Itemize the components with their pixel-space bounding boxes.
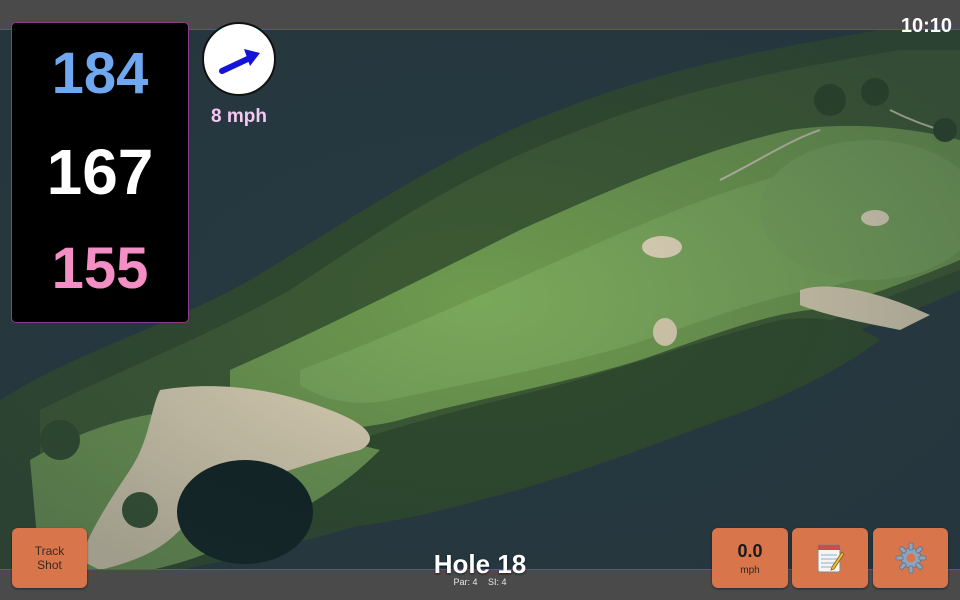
hole-title: Hole 18 [433,549,527,579]
track-shot-label: Track Shot [34,544,65,572]
distance-panel: 184 167 155 [11,22,189,323]
distance-middle: 167 [46,136,154,208]
wind-speed: 8 mph [211,106,267,127]
speed-button[interactable]: 0.0 mph [712,528,788,588]
distance-front: 155 [51,236,149,301]
wind-indicator [202,22,276,96]
distance-back: 184 [51,41,149,106]
gear-icon [895,542,926,574]
hole-stroke-index: SI: 4 [488,577,507,587]
golf-gps-screen: 10:10 184 167 155 8 mph Track Shot Hole … [0,0,960,600]
hole-info: Par: 4 SI: 4 [380,577,580,587]
wind-arrow-icon [219,49,260,74]
notepad-icon [817,544,845,573]
clock: 10:10 [900,15,952,37]
settings-button[interactable] [873,528,948,588]
hole-par: Par: 4 [453,577,478,587]
speed-unit: mph [740,564,760,576]
speed-value: 0.0 [737,540,763,561]
notes-button[interactable] [792,528,868,588]
track-shot-button[interactable]: Track Shot [12,528,87,588]
